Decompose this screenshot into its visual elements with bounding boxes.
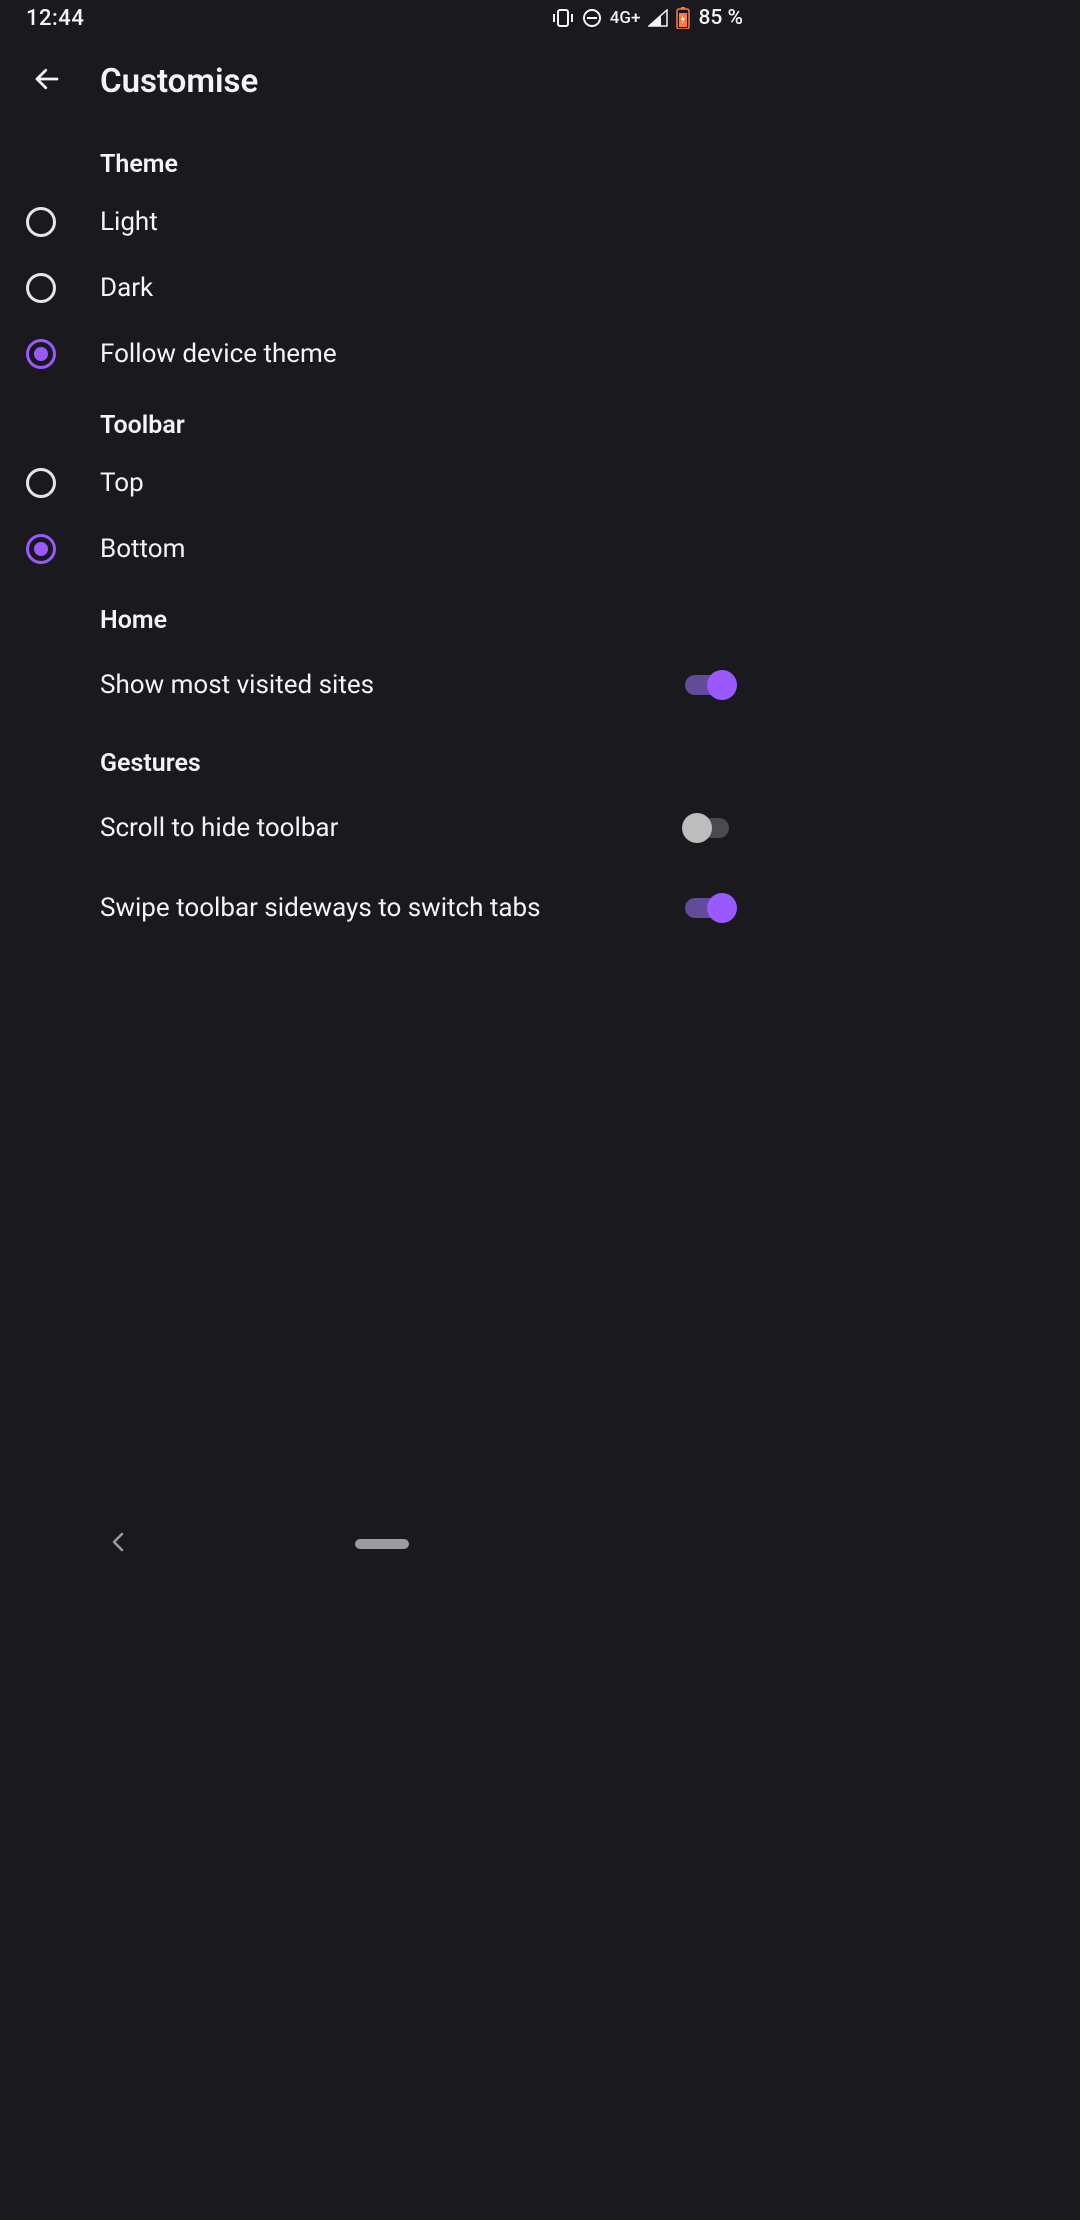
- theme-option-follow-device[interactable]: Follow device theme: [0, 321, 763, 387]
- back-button[interactable]: [22, 56, 72, 106]
- toolbar-option-top[interactable]: Top: [0, 450, 763, 516]
- app-bar: Customise: [0, 46, 763, 116]
- arrow-left-icon: [32, 64, 62, 98]
- switch-label: Show most visited sites: [100, 669, 685, 702]
- vibrate-icon: [552, 9, 574, 27]
- radio-label: Dark: [100, 272, 737, 305]
- switch-thumb: [707, 893, 737, 923]
- signal-icon: [648, 9, 668, 27]
- theme-option-light[interactable]: Light: [0, 189, 763, 255]
- network-type: 4G+: [610, 8, 641, 28]
- switch-toggle[interactable]: [685, 818, 737, 838]
- radio-icon: [26, 207, 56, 237]
- switch-thumb: [707, 670, 737, 700]
- switch-toggle[interactable]: [685, 675, 737, 695]
- section-header-gestures: Gestures: [0, 749, 763, 778]
- switch-label: Swipe toolbar sideways to switch tabs: [100, 892, 685, 925]
- radio-label: Bottom: [100, 533, 737, 566]
- battery-percent: 85 %: [698, 6, 743, 30]
- status-bar: 12:44 4G+: [0, 0, 763, 36]
- switch-label: Scroll to hide toolbar: [100, 812, 685, 845]
- section-header-toolbar: Toolbar: [0, 411, 763, 440]
- home-show-most-visited[interactable]: Show most visited sites: [0, 645, 763, 725]
- radio-label: Follow device theme: [100, 338, 737, 371]
- toolbar-option-bottom[interactable]: Bottom: [0, 516, 763, 582]
- radio-label: Top: [100, 467, 737, 500]
- gestures-swipe-switch-tabs[interactable]: Swipe toolbar sideways to switch tabs: [0, 868, 763, 948]
- switch-thumb: [682, 813, 712, 843]
- status-time: 12:44: [26, 6, 84, 31]
- section-header-home: Home: [0, 606, 763, 635]
- status-right: 4G+ 85 %: [552, 6, 743, 30]
- radio-icon: [26, 468, 56, 498]
- radio-icon: [26, 273, 56, 303]
- theme-option-dark[interactable]: Dark: [0, 255, 763, 321]
- nav-home-pill[interactable]: [355, 1539, 409, 1549]
- radio-icon: [26, 339, 56, 369]
- page-title: Customise: [100, 62, 258, 101]
- radio-icon: [26, 534, 56, 564]
- system-nav-bar: [0, 1519, 763, 1569]
- switch-toggle[interactable]: [685, 898, 737, 918]
- settings-content: Theme Light Dark Follow device theme Too…: [0, 116, 763, 948]
- section-header-theme: Theme: [0, 150, 763, 179]
- battery-icon: [676, 7, 690, 29]
- gestures-scroll-hide-toolbar[interactable]: Scroll to hide toolbar: [0, 788, 763, 868]
- radio-label: Light: [100, 206, 737, 239]
- nav-back-button[interactable]: [110, 1531, 126, 1557]
- dnd-icon: [582, 8, 602, 28]
